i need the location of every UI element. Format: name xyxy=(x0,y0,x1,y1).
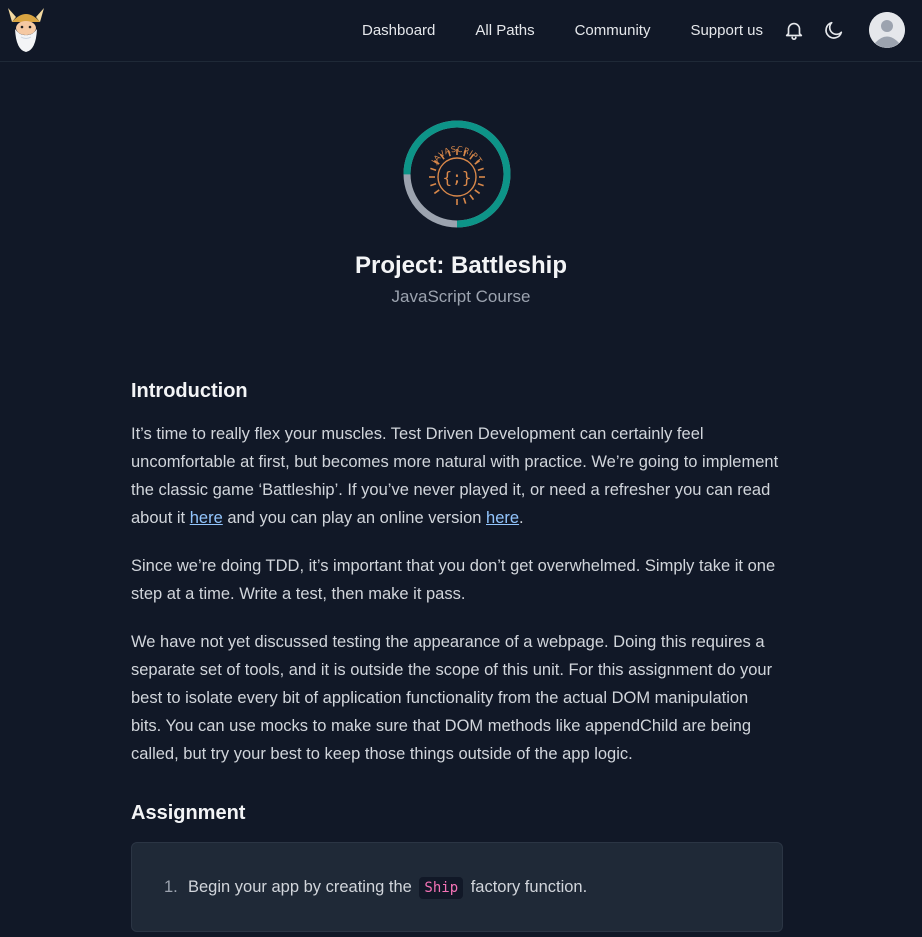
nav-links: Dashboard All Paths Community Support us xyxy=(362,0,922,60)
list-item-text: Begin your app by creating the Ship fact… xyxy=(188,873,587,902)
user-avatar[interactable] xyxy=(869,12,905,48)
nav-all-paths[interactable]: All Paths xyxy=(475,22,534,39)
nav-dashboard[interactable]: Dashboard xyxy=(362,22,435,39)
nav-support-us[interactable]: Support us xyxy=(690,22,763,39)
list-item-text-before: Begin your app by creating the xyxy=(188,878,417,896)
list-item: 1. Begin your app by creating the Ship f… xyxy=(164,873,782,902)
svg-text:{;}: {;} xyxy=(443,168,472,187)
assignment-heading: Assignment xyxy=(131,802,246,824)
navbar: Dashboard All Paths Community Support us xyxy=(0,0,922,62)
intro-p1-text-after: . xyxy=(519,509,524,527)
assignment-box: 1. Begin your app by creating the Ship f… xyxy=(131,842,783,932)
assignment-list: 1. Begin your app by creating the Ship f… xyxy=(164,873,782,902)
intro-paragraph-2: Since we’re doing TDD, it’s important th… xyxy=(131,557,776,603)
bell-icon[interactable] xyxy=(783,19,805,41)
intro-paragraph-3: We have not yet discussed testing the ap… xyxy=(131,633,773,763)
list-item-number: 1. xyxy=(164,878,178,896)
nav-community[interactable]: Community xyxy=(575,22,651,39)
course-progress-badge: {;} JAVASCRIPT xyxy=(402,119,512,229)
intro-paragraph-1: It’s time to really flex your muscles. T… xyxy=(131,420,783,532)
list-item-text-after: factory function. xyxy=(466,878,588,896)
battleship-online-link[interactable]: here xyxy=(486,509,519,527)
lesson-content: Introduction It’s time to really flex yo… xyxy=(131,376,783,932)
moon-icon[interactable] xyxy=(823,19,845,41)
page-subtitle: JavaScript Course xyxy=(391,287,531,306)
introduction-heading: Introduction xyxy=(131,380,248,402)
battleship-wiki-link[interactable]: here xyxy=(190,509,223,527)
page-title: Project: Battleship xyxy=(354,252,568,279)
intro-p1-text-middle: and you can play an online version xyxy=(222,509,487,527)
ship-code: Ship xyxy=(419,877,464,899)
odin-logo[interactable] xyxy=(6,4,46,54)
